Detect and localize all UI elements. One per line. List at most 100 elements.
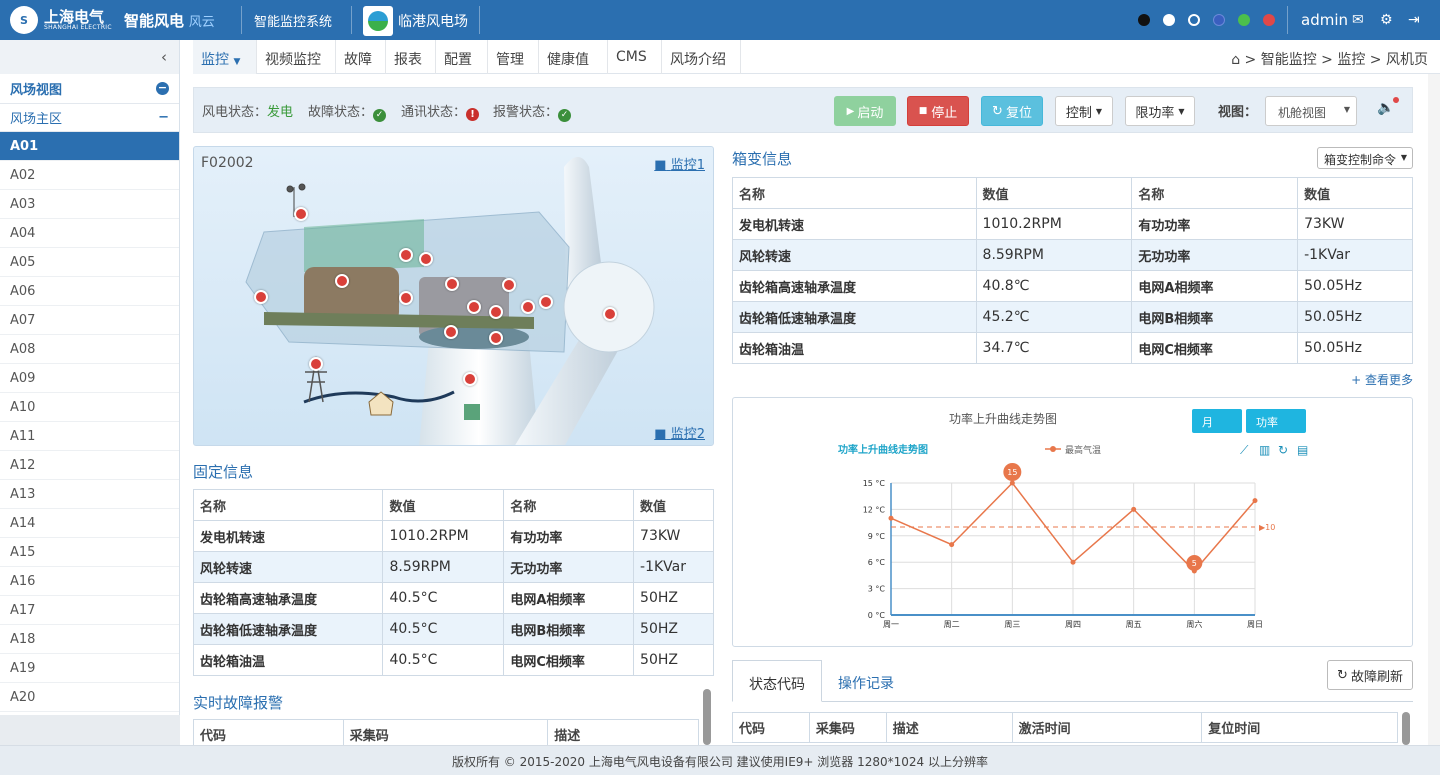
status-scrollbar[interactable] bbox=[1402, 712, 1410, 745]
table-row: 风轮转速 8.59RPM 无功功率 -1KVar bbox=[732, 239, 1413, 271]
y-tick-label: 0 °C bbox=[868, 611, 886, 620]
table-row: 发电机转速 1010.2RPM 有功功率 73KW bbox=[192, 520, 714, 552]
mail-icon[interactable]: ✉ bbox=[1352, 12, 1364, 28]
speaker-icon[interactable]: 🔈 bbox=[1377, 97, 1400, 116]
sidebar-item-a01[interactable]: A01 bbox=[0, 132, 179, 161]
table-cell-name: 发电机转速 bbox=[192, 520, 384, 552]
fault-refresh-button[interactable]: ↻ 故障刷新 bbox=[1327, 660, 1413, 690]
sensor-marker[interactable] bbox=[309, 357, 323, 371]
sidebar-item-a14[interactable]: A14 bbox=[0, 509, 179, 538]
logout-icon[interactable]: ⇥ bbox=[1408, 12, 1420, 28]
min-label: 5 bbox=[1192, 559, 1197, 568]
sidebar-collapse-button[interactable]: ‹ bbox=[0, 40, 179, 74]
theme-dot-red[interactable] bbox=[1263, 14, 1275, 26]
refresh-icon: ↻ bbox=[992, 103, 1003, 119]
control-dropdown[interactable]: 控制 ▼ bbox=[1055, 96, 1113, 126]
sidebar-item-a13[interactable]: A13 bbox=[0, 480, 179, 509]
theme-dot-black[interactable] bbox=[1138, 14, 1150, 26]
tab-cms[interactable]: CMS bbox=[608, 40, 662, 74]
sidebar-item-a03[interactable]: A03 bbox=[0, 190, 179, 219]
sensor-marker[interactable] bbox=[467, 300, 481, 314]
limit-power-dropdown[interactable]: 限功率 ▼ bbox=[1125, 96, 1195, 126]
sidebar-item-a02[interactable]: A02 bbox=[0, 161, 179, 190]
sensor-marker[interactable] bbox=[489, 305, 503, 319]
sensor-marker[interactable] bbox=[445, 277, 459, 291]
sidebar-item-a19[interactable]: A19 bbox=[0, 654, 179, 683]
tab-intro[interactable]: 风场介绍 bbox=[662, 40, 741, 74]
breadcrumb-item[interactable]: 监控 bbox=[1337, 52, 1365, 68]
tab-status-code[interactable]: 状态代码 bbox=[732, 660, 822, 702]
sensor-marker[interactable] bbox=[294, 207, 308, 221]
sensor-marker[interactable] bbox=[521, 300, 535, 314]
sensor-marker[interactable] bbox=[419, 252, 433, 266]
tab-config[interactable]: 配置 bbox=[436, 40, 488, 74]
table-cell-name: 风轮转速 bbox=[732, 239, 977, 271]
chart-save-icon[interactable]: ▤ bbox=[1297, 443, 1308, 457]
tab-health[interactable]: 健康值 bbox=[539, 40, 608, 74]
sensor-marker[interactable] bbox=[489, 331, 503, 345]
chart-line-icon[interactable]: ⟋ bbox=[1240, 443, 1249, 457]
sidebar-item-a04[interactable]: A04 bbox=[0, 219, 179, 248]
view-more-link[interactable]: + 查看更多 bbox=[1351, 371, 1413, 388]
home-icon[interactable]: ⌂ bbox=[1231, 52, 1240, 68]
sensor-marker[interactable] bbox=[502, 278, 516, 292]
table-row: 发电机转速 1010.2RPM 有功功率 73KW bbox=[732, 208, 1413, 240]
divider bbox=[479, 6, 480, 34]
user-name[interactable]: admin bbox=[1301, 11, 1348, 29]
table-cell-name: 电网B相频率 bbox=[1131, 301, 1299, 333]
minus-icon[interactable]: − bbox=[158, 110, 169, 125]
sidebar-item-a16[interactable]: A16 bbox=[0, 567, 179, 596]
sensor-marker[interactable] bbox=[463, 372, 477, 386]
sidebar-item-a10[interactable]: A10 bbox=[0, 393, 179, 422]
column-header: 代码 bbox=[732, 712, 810, 743]
sensor-marker[interactable] bbox=[399, 291, 413, 305]
tab-fault[interactable]: 故障 bbox=[336, 40, 386, 74]
chart-bar-icon[interactable]: ▥ bbox=[1259, 443, 1270, 457]
sidebar-item-a20[interactable]: A20 bbox=[0, 683, 179, 712]
alarm-state: 报警状态： ✓ bbox=[493, 101, 572, 122]
theme-dot-white[interactable] bbox=[1163, 14, 1175, 26]
table-cell-value: 40.5°C bbox=[382, 582, 505, 614]
sidebar-item-a09[interactable]: A09 bbox=[0, 364, 179, 393]
tab-operation-log[interactable]: 操作记录 bbox=[822, 660, 910, 702]
tab-monitor[interactable]: 监控 ▼ bbox=[193, 40, 257, 74]
sidebar-item-a12[interactable]: A12 bbox=[0, 451, 179, 480]
sensor-marker[interactable] bbox=[539, 295, 553, 309]
reset-button[interactable]: ↻ 复位 bbox=[981, 96, 1043, 126]
tab-report[interactable]: 报表 bbox=[386, 40, 436, 74]
gear-icon[interactable]: ⚙ bbox=[1380, 12, 1393, 28]
sidebar-header[interactable]: 风场视图 − bbox=[0, 74, 179, 104]
view-select[interactable]: 机舱视图 ▼ bbox=[1265, 96, 1357, 126]
sidebar-item-a08[interactable]: A08 bbox=[0, 335, 179, 364]
sidebar-item-a15[interactable]: A15 bbox=[0, 538, 179, 567]
sensor-marker[interactable] bbox=[254, 290, 268, 304]
chart-refresh-icon[interactable]: ↻ bbox=[1278, 443, 1288, 457]
breadcrumb-item[interactable]: 智能监控 bbox=[1261, 52, 1317, 68]
sensor-marker[interactable] bbox=[399, 248, 413, 262]
start-button[interactable]: ▶ 启动 bbox=[834, 96, 896, 126]
sidebar-item-a17[interactable]: A17 bbox=[0, 596, 179, 625]
sidebar-item-a07[interactable]: A07 bbox=[0, 306, 179, 335]
alarm-scrollbar[interactable] bbox=[703, 689, 711, 745]
sidebar-subheader[interactable]: 风场主区 − bbox=[0, 104, 179, 132]
farm-selector[interactable]: 临港风电场 bbox=[363, 6, 468, 36]
sidebar-item-a18[interactable]: A18 bbox=[0, 625, 179, 654]
sensor-marker[interactable] bbox=[444, 325, 458, 339]
box-command-select[interactable]: 箱变控制命令 ▼ bbox=[1317, 147, 1413, 169]
data-point bbox=[1070, 559, 1076, 565]
stop-button[interactable]: ■ 停止 bbox=[907, 96, 969, 126]
theme-dot-blue[interactable] bbox=[1213, 14, 1225, 26]
sidebar-item-a11[interactable]: A11 bbox=[0, 422, 179, 451]
sensor-marker[interactable] bbox=[335, 274, 349, 288]
tab-video[interactable]: 视频监控 bbox=[257, 40, 336, 74]
page-scrollbar[interactable] bbox=[1428, 74, 1440, 745]
minus-circle-icon[interactable]: − bbox=[156, 82, 169, 95]
table-cell-name: 齿轮箱油温 bbox=[732, 332, 977, 364]
sidebar-subheader-label: 风场主区 bbox=[10, 112, 63, 127]
theme-dot-ring[interactable] bbox=[1188, 14, 1200, 26]
sidebar-item-a05[interactable]: A05 bbox=[0, 248, 179, 277]
theme-dot-green[interactable] bbox=[1238, 14, 1250, 26]
sensor-marker[interactable] bbox=[603, 307, 617, 321]
tab-manage[interactable]: 管理 bbox=[488, 40, 539, 74]
sidebar-item-a06[interactable]: A06 bbox=[0, 277, 179, 306]
